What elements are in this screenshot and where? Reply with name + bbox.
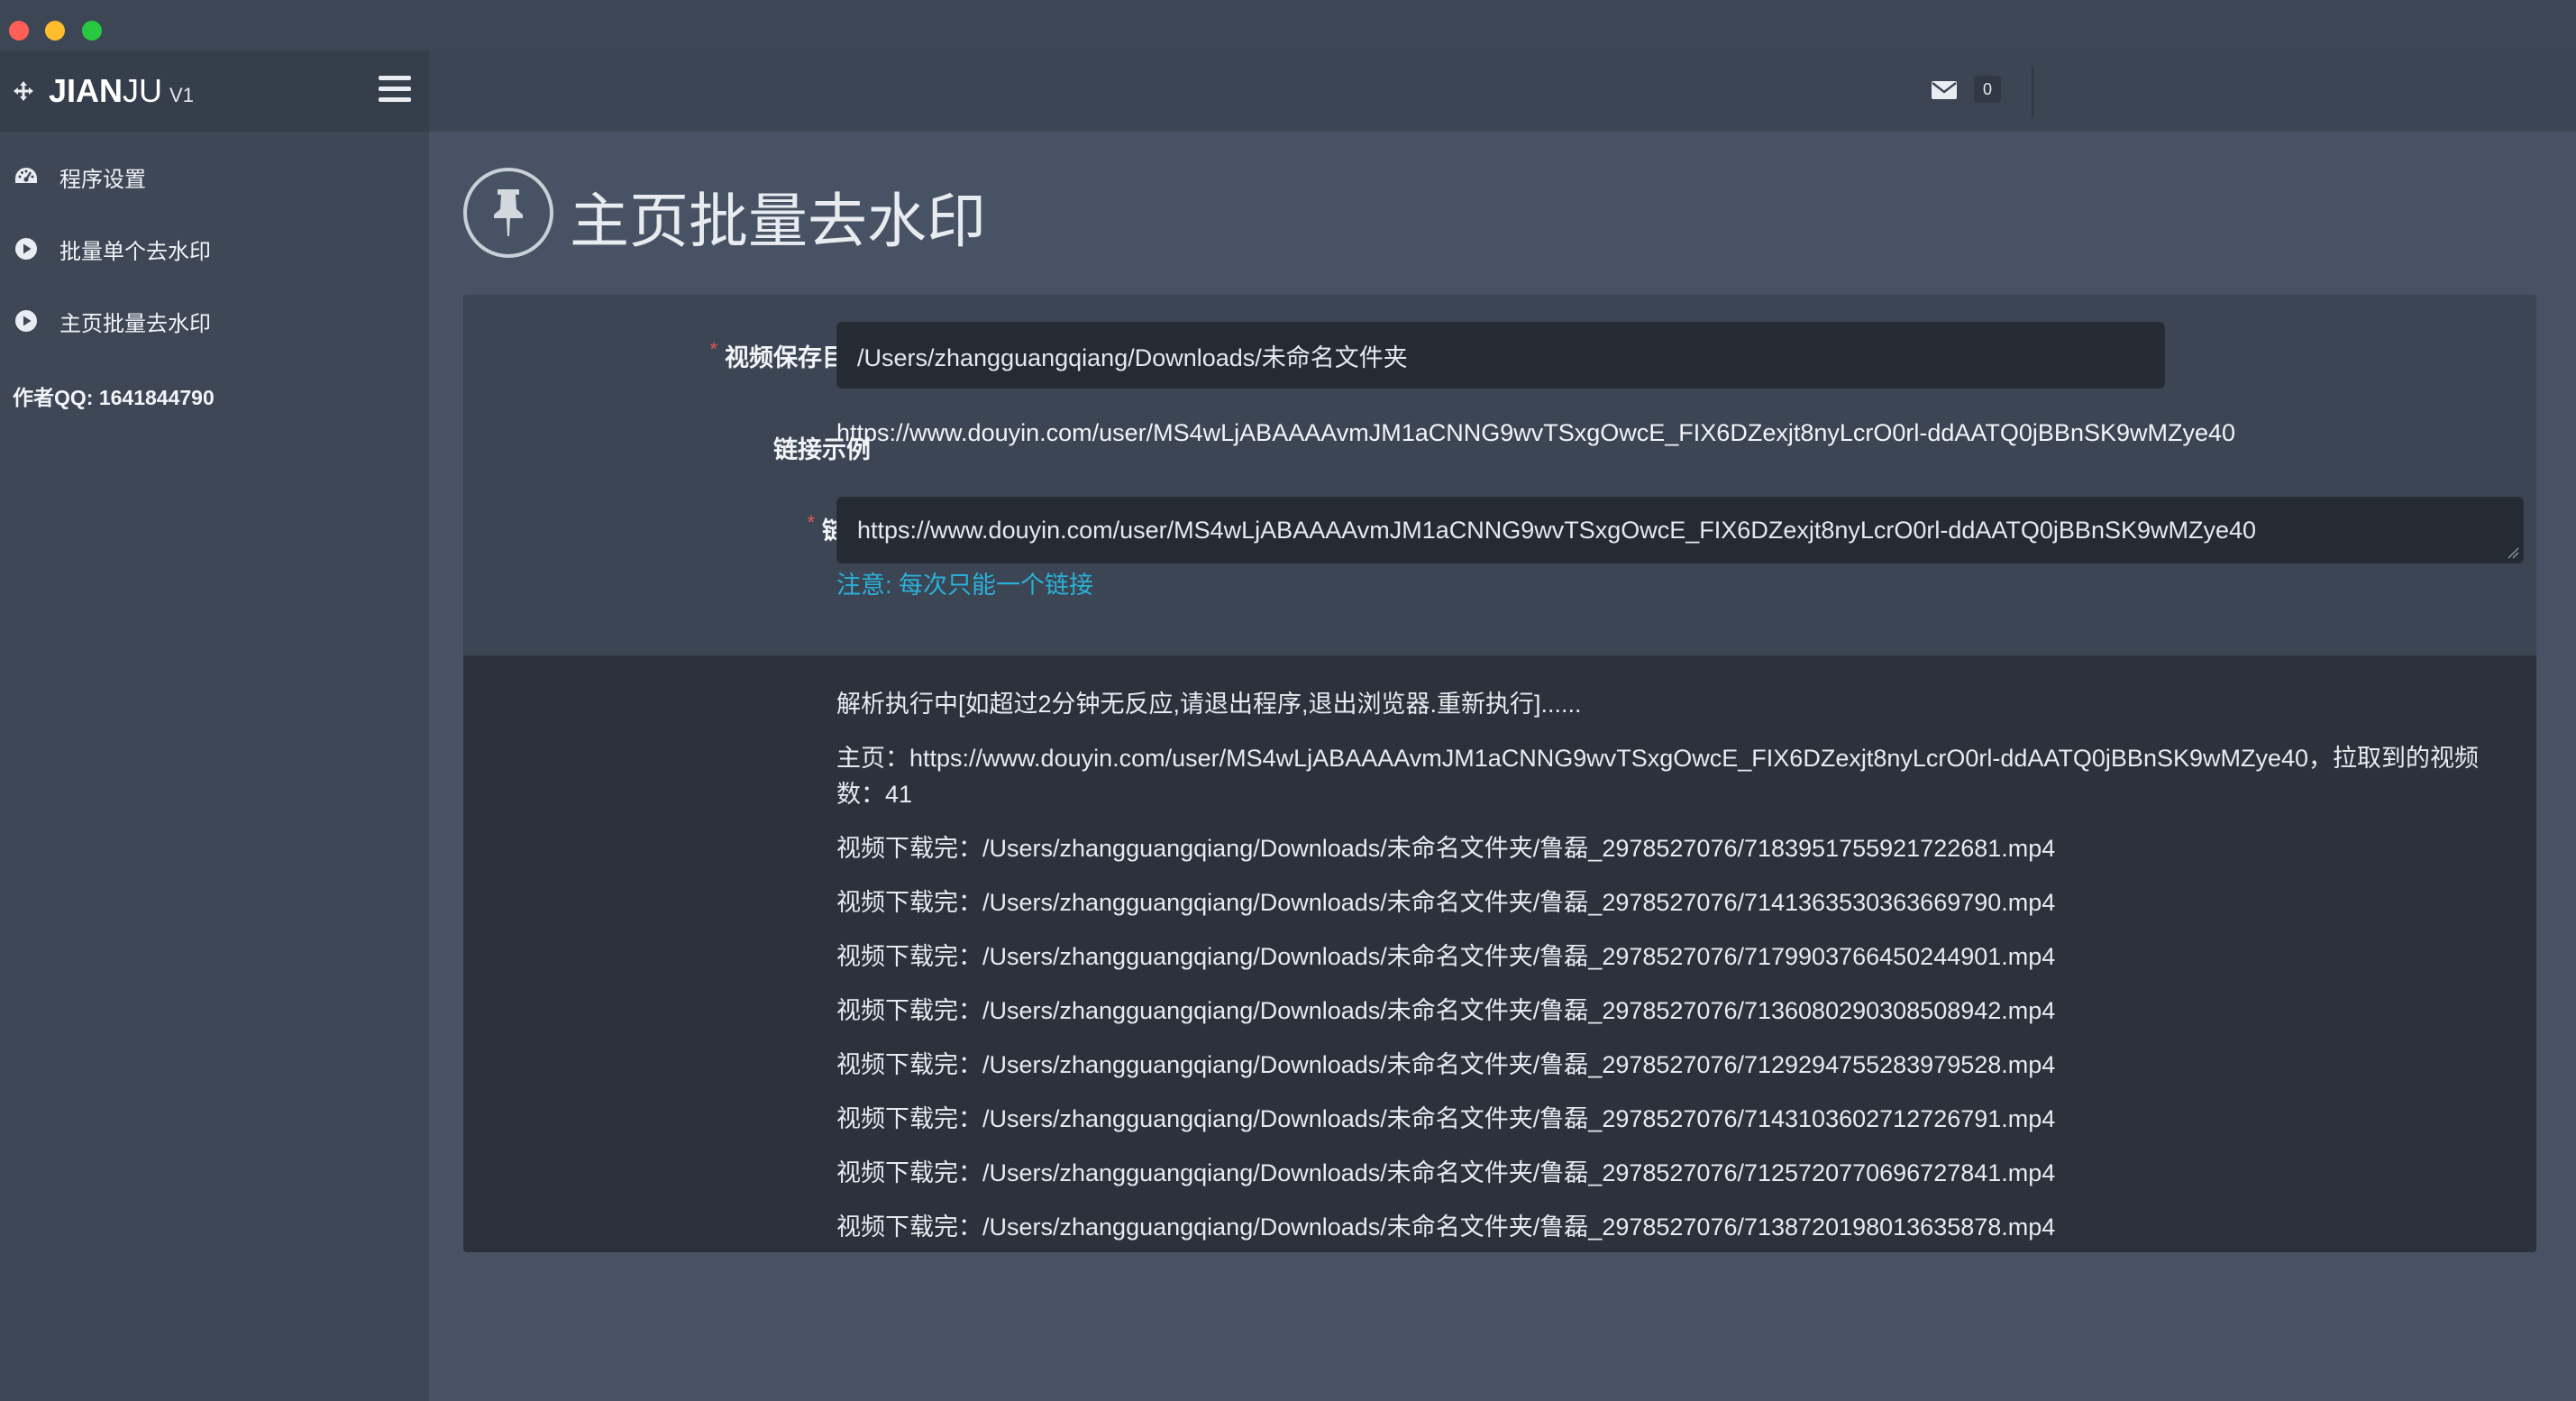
mail-count-badge: 0 xyxy=(1974,76,2001,103)
required-marker: * xyxy=(807,511,815,534)
save-dir-input[interactable]: /Users/zhangguangqiang/Downloads/未命名文件夹 xyxy=(836,322,2165,389)
log-summary: 主页：https://www.douyin.com/user/MS4wLjABA… xyxy=(836,745,2480,808)
page-title-badge xyxy=(463,168,553,258)
pushpin-icon xyxy=(494,189,523,236)
page-title: 主页批量去水印 xyxy=(570,188,986,254)
log-download-line: 视频下载完：/Users/zhangguangqiang/Downloads/未… xyxy=(836,1159,2056,1186)
example-link-text: https://www.douyin.com/user/MS4wLjABAAAA… xyxy=(836,419,2236,446)
play-circle-icon xyxy=(15,238,37,260)
brand-logo[interactable]: JIANJU V1 xyxy=(49,72,194,110)
sidebar: JIANJU V1 程序设置 批量单个去水印 主页批量去水印 作者QQ: 1641 xyxy=(0,50,429,1401)
sidebar-item-settings[interactable]: 程序设置 xyxy=(0,150,429,204)
top-navbar: 0 xyxy=(429,50,2576,132)
required-marker: * xyxy=(709,338,717,361)
window-maximize-button[interactable] xyxy=(82,21,102,41)
log-download-line: 视频下载完：/Users/zhangguangqiang/Downloads/未… xyxy=(836,889,2056,916)
log-download-line: 视频下载完：/Users/zhangguangqiang/Downloads/未… xyxy=(836,997,2056,1024)
log-status: 解析执行中[如超过2分钟无反应,请退出程序,退出浏览器.重新执行]...... xyxy=(836,691,1582,718)
sidebar-item-single-watermark[interactable]: 批量单个去水印 xyxy=(0,222,429,276)
form-panel: * 视频保存目录 /Users/zhangguangqiang/Downloads… xyxy=(463,295,2536,655)
log-lines: 解析执行中[如超过2分钟无反应,请退出程序,退出浏览器.重新执行]...... … xyxy=(836,686,2513,1252)
log-download-line: 视频下载完：/Users/zhangguangqiang/Downloads/未… xyxy=(836,835,2056,862)
hamburger-menu-icon[interactable] xyxy=(379,76,411,106)
window-minimize-button[interactable] xyxy=(45,21,65,41)
window-close-button[interactable] xyxy=(9,21,29,41)
resize-grip-icon[interactable] xyxy=(2505,545,2519,559)
envelope-icon[interactable] xyxy=(1931,79,1958,101)
play-circle-icon xyxy=(15,310,37,332)
dashboard-icon xyxy=(15,168,37,183)
topbar-divider xyxy=(2032,67,2033,117)
brand-version: V1 xyxy=(169,84,194,106)
window-titlebar xyxy=(0,0,2576,50)
brand-bar: JIANJU V1 xyxy=(0,50,429,132)
link-value: https://www.douyin.com/user/MS4wLjABAAAA… xyxy=(857,516,2257,544)
brand-name-light: JU xyxy=(123,72,163,109)
log-download-line: 视频下载完：/Users/zhangguangqiang/Downloads/未… xyxy=(836,1051,2056,1078)
link-textarea[interactable]: https://www.douyin.com/user/MS4wLjABAAAA… xyxy=(836,497,2524,563)
brand-name-bold: JIAN xyxy=(49,72,123,109)
log-panel[interactable]: 解析执行中[如超过2分钟无反应,请退出程序,退出浏览器.重新执行]...... … xyxy=(463,655,2536,1252)
arrows-icon xyxy=(14,81,33,101)
author-contact: 作者QQ: 1641844790 xyxy=(13,386,215,409)
log-download-line: 视频下载完：/Users/zhangguangqiang/Downloads/未… xyxy=(836,1213,2056,1241)
log-download-line: 视频下载完：/Users/zhangguangqiang/Downloads/未… xyxy=(836,943,2056,970)
sidebar-item-label: 程序设置 xyxy=(59,167,146,192)
link-hint: 注意: 每次只能一个链接 xyxy=(836,572,1094,599)
sidebar-item-homepage-watermark[interactable]: 主页批量去水印 xyxy=(0,294,429,348)
sidebar-item-label: 批量单个去水印 xyxy=(59,239,211,264)
sidebar-item-label: 主页批量去水印 xyxy=(59,311,211,336)
save-dir-value: /Users/zhangguangqiang/Downloads/未命名文件夹 xyxy=(857,343,1408,371)
log-download-line: 视频下载完：/Users/zhangguangqiang/Downloads/未… xyxy=(836,1105,2056,1132)
